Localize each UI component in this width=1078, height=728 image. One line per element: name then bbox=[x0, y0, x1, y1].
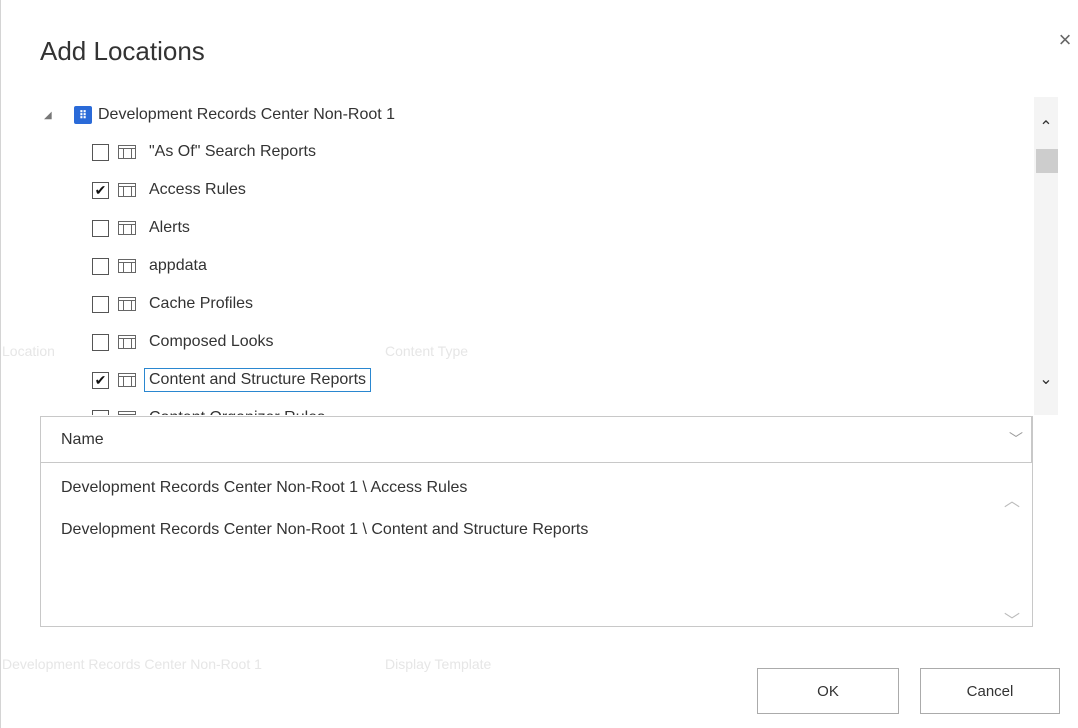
tree-item[interactable]: Content Organizer Rules bbox=[92, 405, 330, 415]
list-icon bbox=[118, 183, 136, 197]
item-checkbox[interactable] bbox=[92, 143, 109, 161]
list-icon bbox=[118, 373, 136, 387]
list-icon bbox=[118, 335, 136, 349]
tree-item[interactable]: ✔ Access Rules bbox=[92, 177, 251, 203]
selected-row[interactable]: Development Records Center Non-Root 1 \ … bbox=[61, 479, 467, 497]
expand-caret-icon[interactable]: ◢ bbox=[44, 110, 58, 121]
item-checkbox[interactable] bbox=[92, 409, 109, 415]
selected-list-header[interactable]: Name ﹀ bbox=[41, 417, 1032, 463]
tree-item-label[interactable]: Access Rules bbox=[144, 178, 251, 202]
tree-item[interactable]: Alerts bbox=[92, 215, 195, 241]
tree-item[interactable]: ✔ Content and Structure Reports bbox=[92, 367, 372, 393]
scroll-down-icon[interactable]: ⌄ bbox=[1034, 369, 1058, 391]
list-icon bbox=[118, 297, 136, 311]
list-scroll-up-icon[interactable]: ︿ bbox=[1004, 487, 1020, 511]
cancel-button[interactable]: Cancel bbox=[920, 668, 1060, 714]
add-locations-dialog: Add Locations × ◢ ⠿ Development Records … bbox=[0, 0, 1078, 728]
item-checkbox[interactable] bbox=[92, 333, 109, 351]
item-checkbox[interactable]: ✔ bbox=[92, 181, 109, 199]
tree-item-label[interactable]: appdata bbox=[144, 254, 212, 278]
tree-item[interactable]: appdata bbox=[92, 253, 212, 279]
name-column-header[interactable]: Name bbox=[61, 431, 104, 449]
tree-item-label[interactable]: Content and Structure Reports bbox=[144, 368, 372, 392]
item-checkbox[interactable] bbox=[92, 257, 109, 275]
item-checkbox[interactable] bbox=[92, 219, 109, 237]
tree-item[interactable]: Composed Looks bbox=[92, 329, 279, 355]
selected-locations-panel: Name ﹀ Development Records Center Non-Ro… bbox=[40, 416, 1033, 630]
tree-scrollbar[interactable]: ⌃ ⌄ bbox=[1034, 97, 1058, 415]
tree-item[interactable]: "As Of" Search Reports bbox=[92, 139, 321, 165]
selected-row[interactable]: Development Records Center Non-Root 1 \ … bbox=[61, 521, 588, 539]
item-checkbox[interactable] bbox=[92, 295, 109, 313]
list-icon bbox=[118, 145, 136, 159]
dialog-title: Add Locations bbox=[40, 36, 205, 66]
tree-root-node[interactable]: ◢ ⠿ Development Records Center Non-Root … bbox=[40, 103, 395, 127]
tree-item-label[interactable]: Composed Looks bbox=[144, 330, 279, 354]
tree-item-label[interactable]: Cache Profiles bbox=[144, 292, 258, 316]
site-icon: ⠿ bbox=[74, 106, 92, 124]
tree-item-label[interactable]: "As Of" Search Reports bbox=[144, 140, 321, 164]
list-icon bbox=[118, 221, 136, 235]
tree-root-label: Development Records Center Non-Root 1 bbox=[98, 106, 396, 123]
list-icon bbox=[118, 259, 136, 273]
close-icon[interactable]: × bbox=[1055, 29, 1075, 51]
list-icon bbox=[118, 411, 136, 415]
location-tree: ◢ ⠿ Development Records Center Non-Root … bbox=[40, 97, 1050, 415]
chevron-down-icon[interactable]: ﹀ bbox=[1009, 429, 1023, 449]
item-checkbox[interactable]: ✔ bbox=[92, 371, 109, 389]
scroll-up-icon[interactable]: ⌃ bbox=[1034, 117, 1058, 139]
scroll-thumb[interactable] bbox=[1036, 149, 1058, 173]
list-scroll-down-icon[interactable]: ﹀ bbox=[1004, 607, 1020, 631]
ok-button[interactable]: OK bbox=[757, 668, 899, 714]
tree-item-label[interactable]: Alerts bbox=[144, 216, 195, 240]
header-divider bbox=[1031, 417, 1032, 463]
tree-item[interactable]: Cache Profiles bbox=[92, 291, 258, 317]
tree-item-label[interactable]: Content Organizer Rules bbox=[144, 406, 330, 415]
